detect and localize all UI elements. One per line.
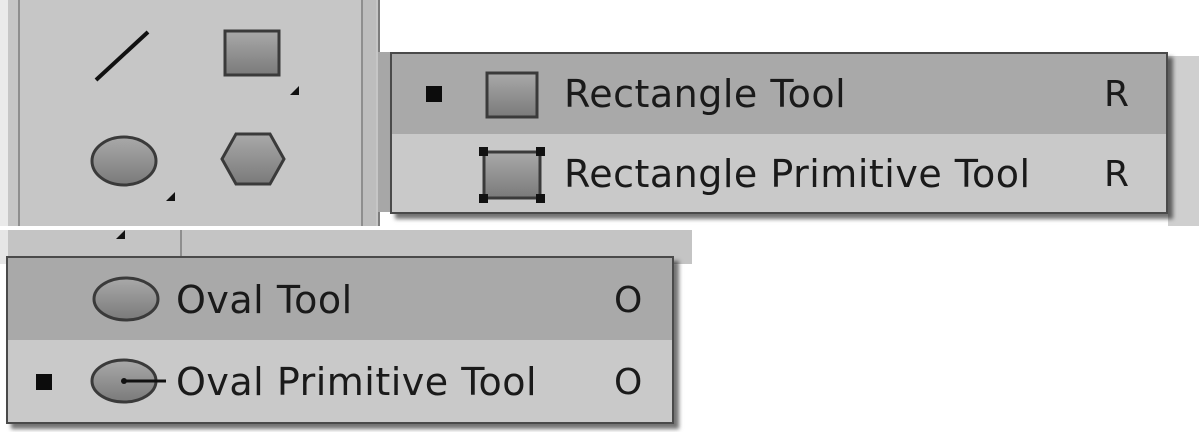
hexagon-tool-icon <box>220 132 286 186</box>
rectangle-icon <box>485 71 539 119</box>
rectangle-tool-icon <box>223 29 281 77</box>
menu-item-label: Rectangle Tool <box>564 72 847 116</box>
flyout-indicator-icon <box>290 86 299 95</box>
active-tool-bullet-icon <box>426 86 442 102</box>
menu-item-label: Rectangle Primitive Tool <box>564 152 1031 196</box>
panel-gap <box>363 0 376 226</box>
menu-item-oval-primitive-tool[interactable]: Oval Primitive Tool O <box>8 340 672 422</box>
flyout-indicator-icon <box>166 192 175 201</box>
panel-background <box>1168 56 1199 226</box>
line-tool-button[interactable] <box>90 26 154 86</box>
rectangle-tool-button[interactable] <box>218 28 310 102</box>
menu-item-label: Oval Tool <box>176 278 353 322</box>
rectangle-primitive-icon <box>479 147 545 203</box>
menu-item-rectangle-tool[interactable]: Rectangle Tool R <box>392 54 1166 134</box>
menu-item-shortcut: R <box>1104 74 1130 115</box>
rectangle-tools-menu: Rectangle Tool R Rectangle Primitive Too… <box>390 52 1168 214</box>
active-tool-bullet-icon <box>36 374 52 390</box>
oval-tools-menu: Oval Tool O Oval Primitive Tool O <box>6 256 674 424</box>
line-tool-icon <box>94 30 150 82</box>
panel-edge <box>0 0 8 226</box>
menu-item-rectangle-primitive-tool[interactable]: Rectangle Primitive Tool R <box>392 134 1166 212</box>
flyout-indicator-icon <box>116 230 125 239</box>
polystar-tool-button[interactable] <box>218 128 288 190</box>
oval-icon <box>92 276 160 322</box>
menu-item-shortcut: O <box>614 280 643 321</box>
oval-tool-button[interactable] <box>88 132 184 208</box>
tools-panel <box>0 0 380 226</box>
menu-item-shortcut: R <box>1104 154 1130 195</box>
oval-primitive-icon <box>90 358 166 404</box>
menu-item-shortcut: O <box>614 362 643 403</box>
oval-tool-icon <box>90 135 158 187</box>
panel-divider <box>18 0 20 226</box>
menu-item-label: Oval Primitive Tool <box>176 360 538 404</box>
menu-item-oval-tool[interactable]: Oval Tool O <box>8 258 672 340</box>
